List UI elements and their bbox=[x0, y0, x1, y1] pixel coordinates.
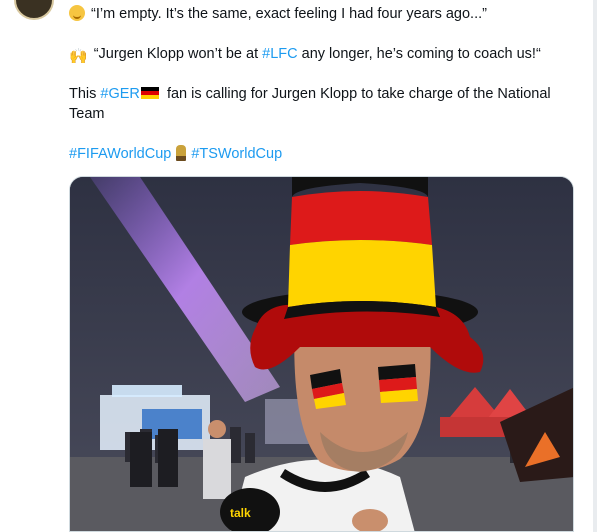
germany-flag-icon bbox=[140, 87, 159, 99]
hashtag-ger[interactable]: #GER bbox=[100, 86, 140, 102]
hat-stripe-gold bbox=[288, 240, 436, 307]
hashtag-fifaworldcup[interactable]: #FIFAWorldCup bbox=[69, 146, 171, 162]
quote-line-1: “I’m empty. It’s the same, exact feeling… bbox=[69, 4, 574, 24]
caption-line-cont: Team bbox=[69, 106, 105, 122]
tweet-text: “I’m empty. It’s the same, exact feeling… bbox=[69, 4, 574, 164]
hat-stripe-red bbox=[290, 191, 432, 245]
hashtag-lfc[interactable]: #LFC bbox=[262, 46, 297, 62]
video-thumbnail[interactable]: talk bbox=[69, 176, 574, 532]
soldier-1 bbox=[130, 432, 152, 487]
caption-line: This #GER fan is calling for Jurgen Klop… bbox=[69, 86, 551, 102]
quote-line-2: 🙌 “Jurgen Klopp won’t be at #LFC any long… bbox=[69, 46, 541, 65]
relieved-face-icon bbox=[69, 5, 85, 21]
scrollbar[interactable] bbox=[593, 0, 597, 532]
trophy-icon bbox=[176, 145, 187, 161]
video-frame: talk bbox=[70, 177, 573, 531]
hashtag-tsworldcup[interactable]: #TSWorldCup bbox=[191, 146, 282, 162]
svg-text:talk: talk bbox=[230, 506, 251, 520]
hashtag-line: #FIFAWorldCup #TSWorldCup bbox=[69, 144, 574, 164]
avatar[interactable] bbox=[14, 0, 54, 20]
raising-hands-icon: 🙌 bbox=[69, 48, 88, 65]
